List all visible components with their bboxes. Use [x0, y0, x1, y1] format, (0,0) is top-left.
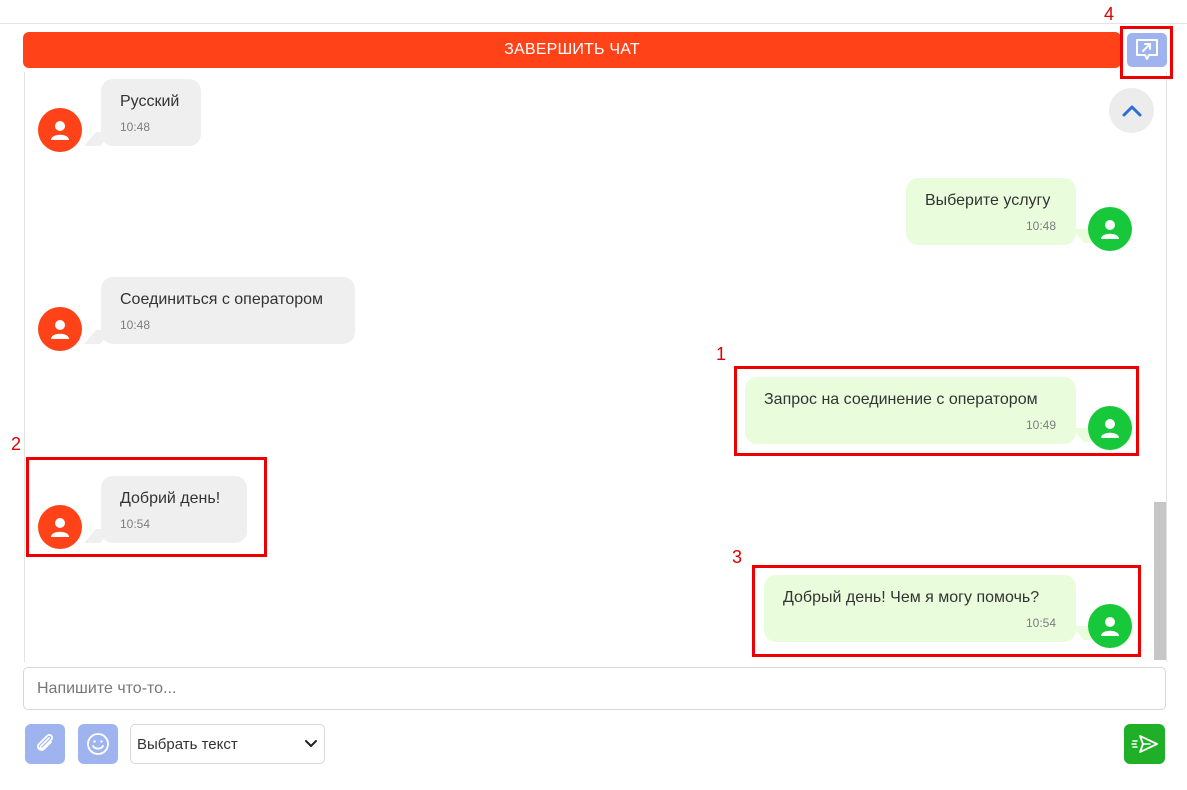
operator-avatar: [38, 108, 82, 152]
annotation-box-3: [752, 565, 1141, 657]
annotation-number-1: 1: [716, 344, 727, 364]
annotation-box-4: [1120, 26, 1173, 79]
smiley-icon: [87, 733, 109, 755]
attach-button[interactable]: [25, 724, 65, 764]
annotation-number-2: 2: [11, 434, 22, 454]
select-value: Выбрать текст: [137, 735, 238, 753]
annotation-box-1: [734, 366, 1139, 456]
operator-avatar: [38, 307, 82, 351]
paperclip-icon: [37, 734, 53, 751]
annotation-number-4: 4: [1104, 4, 1115, 24]
message-text: Выберите услугу: [925, 192, 1051, 209]
message-bubble: Выберите услугу 10:48: [906, 178, 1076, 245]
message-time: 10:48: [120, 318, 151, 332]
top-divider: [0, 23, 1187, 24]
chevron-down-icon: [305, 740, 317, 747]
message-time: 10:48: [120, 120, 151, 134]
annotation-box-2: [26, 457, 267, 557]
annotation-number-3: 3: [732, 547, 743, 567]
message-time: 10:48: [1025, 219, 1056, 233]
user-icon: [1101, 220, 1119, 239]
end-chat-button[interactable]: ЗАВЕРШИТЬ ЧАТ: [23, 32, 1121, 68]
emoji-button[interactable]: [78, 724, 118, 764]
chat-window: ЗАВЕРШИТЬ ЧАТ Русский 10:48 Выберите усл…: [0, 0, 1187, 790]
scroll-up-button[interactable]: [1109, 88, 1154, 133]
send-icon: [1130, 735, 1158, 753]
message-text: Русский: [120, 93, 180, 110]
send-button[interactable]: [1124, 724, 1165, 764]
text-template-select[interactable]: Выбрать текст: [130, 724, 325, 764]
scrollbar[interactable]: [1154, 502, 1166, 660]
bot-avatar: [1088, 207, 1132, 251]
message-text: Соединиться с оператором: [120, 291, 324, 308]
user-icon: [51, 121, 69, 140]
message-bubble: Соединиться с оператором 10:48: [101, 277, 355, 344]
message-input[interactable]: [37, 679, 1152, 698]
message-input-box[interactable]: [23, 667, 1166, 710]
message-bubble: Русский 10:48: [101, 79, 201, 146]
user-icon: [51, 320, 69, 339]
chevron-up-icon: [1122, 105, 1141, 116]
